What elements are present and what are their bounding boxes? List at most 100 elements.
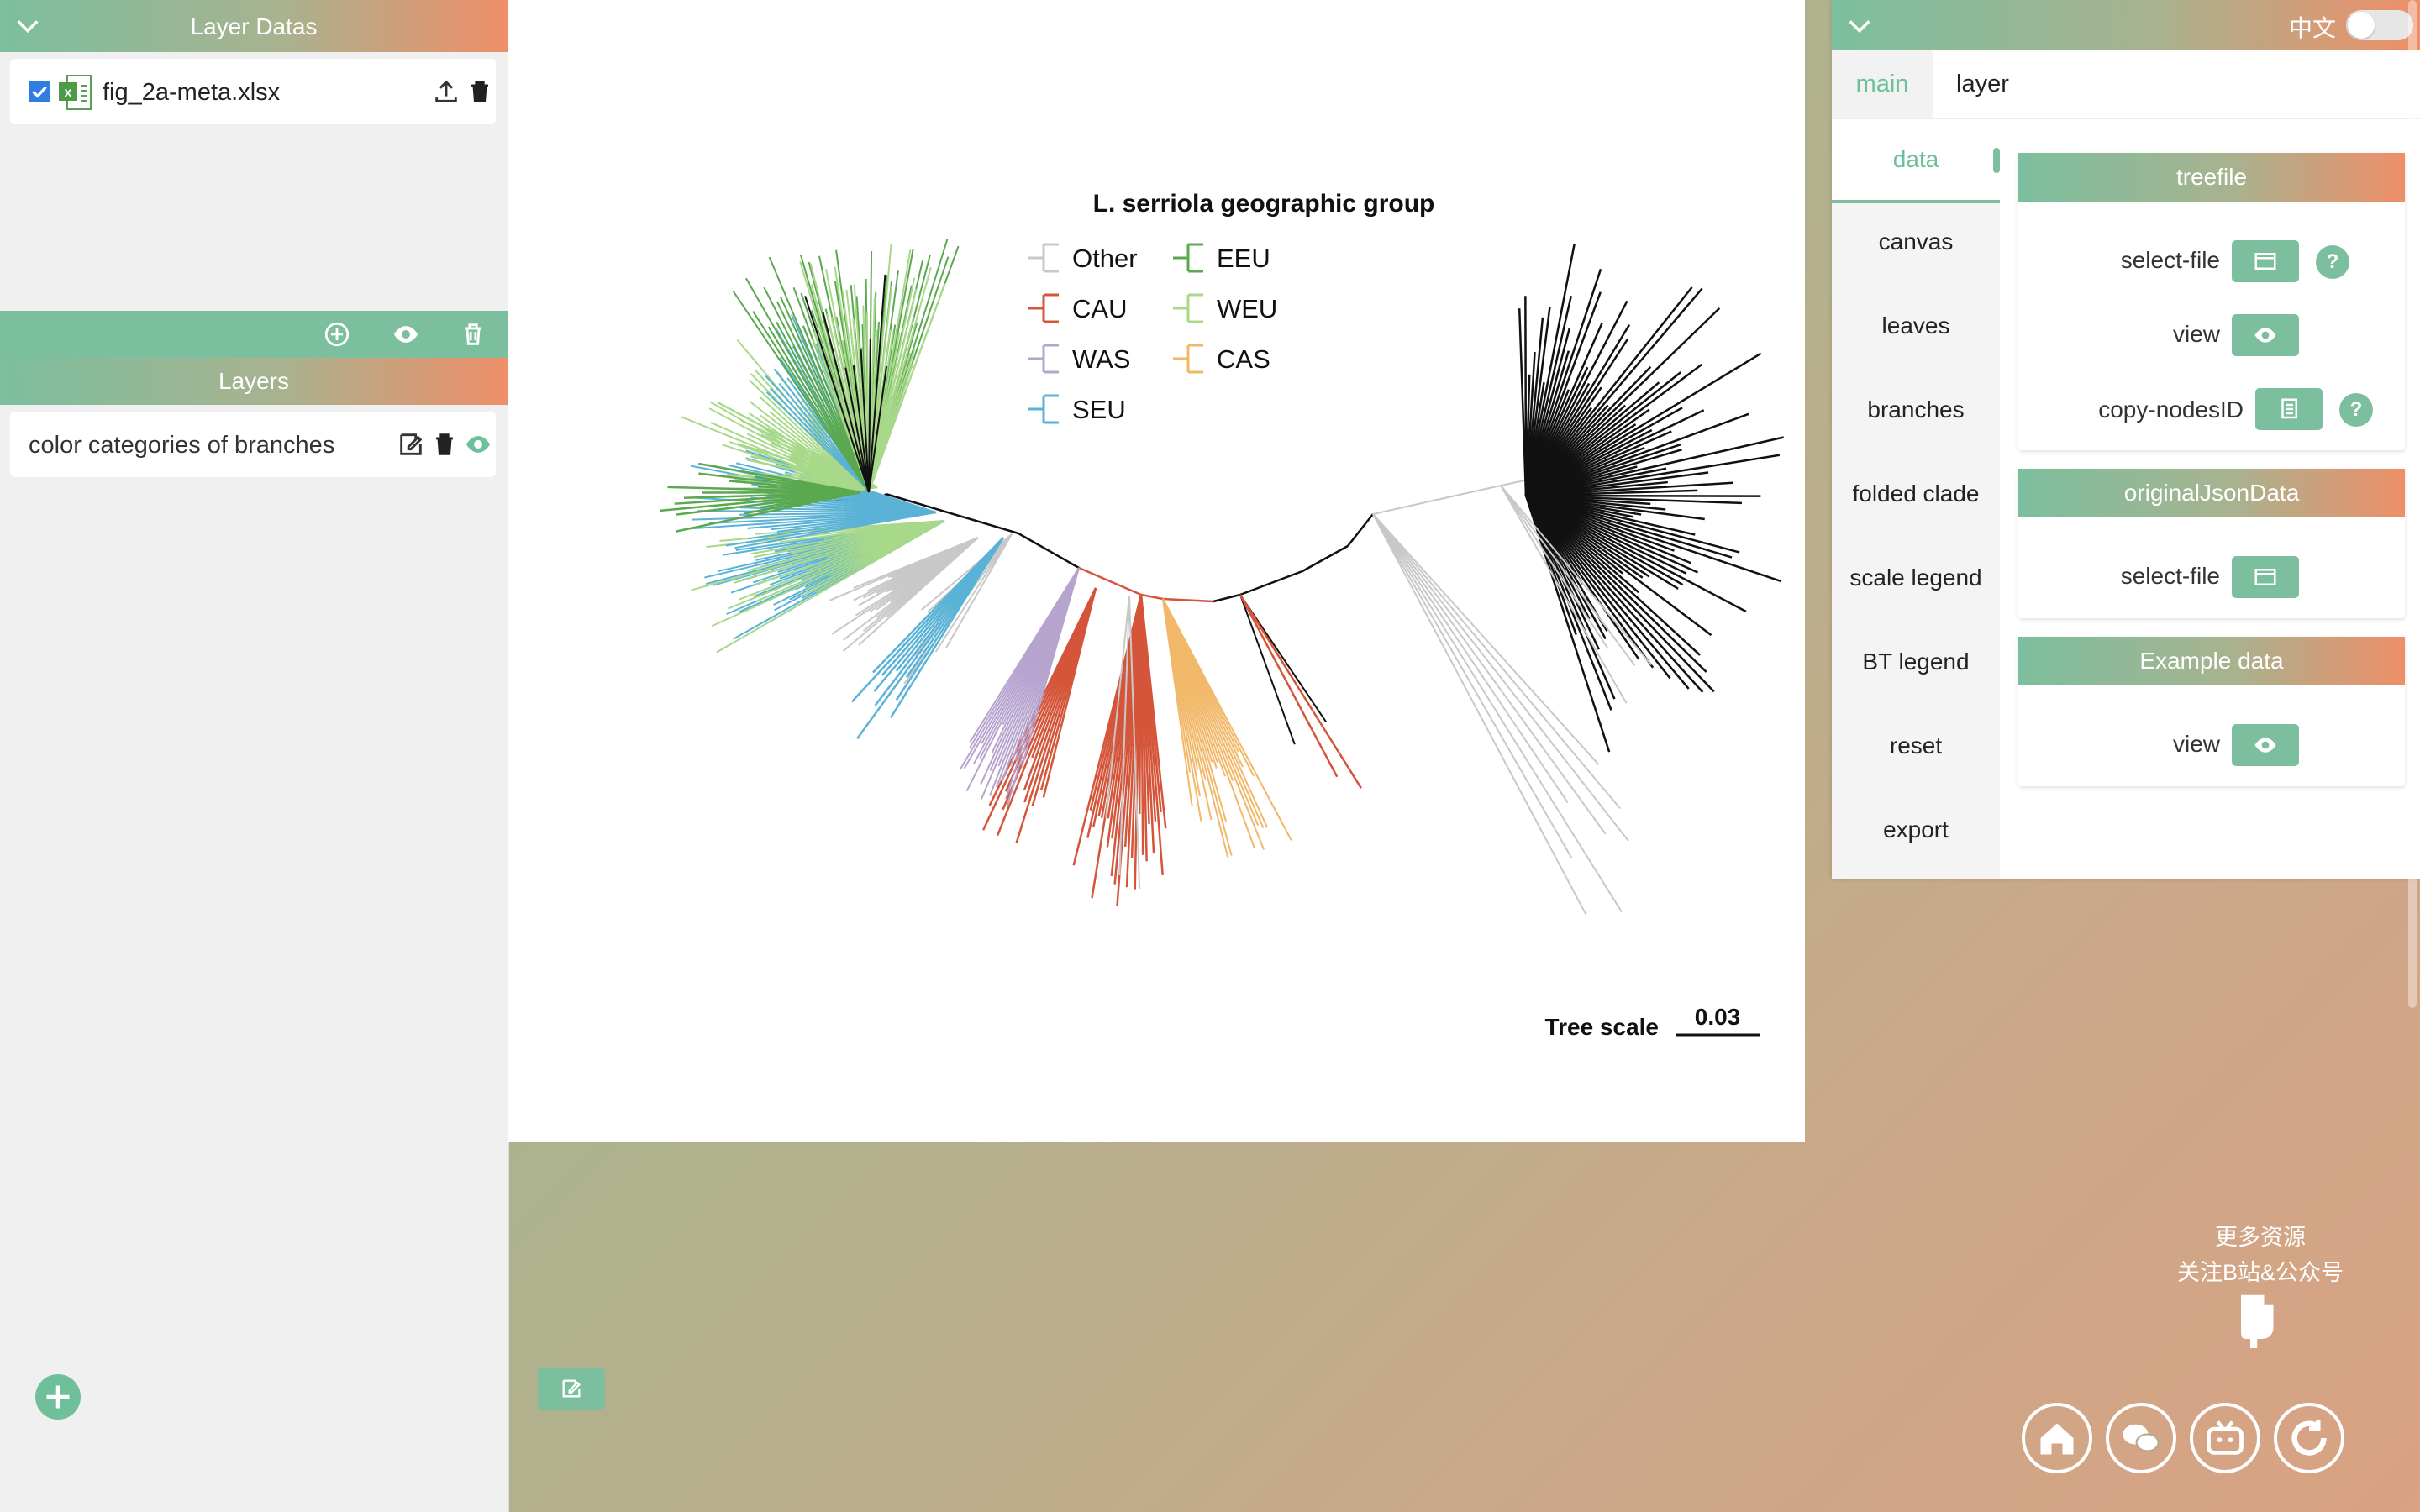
tree-branch — [1213, 593, 1241, 603]
legend-item-cas: CAS — [1173, 344, 1270, 374]
logo-button[interactable] — [2274, 1403, 2344, 1473]
original-select-file-label: select-file — [2120, 563, 2220, 589]
legend-item-weu: WEU — [1173, 293, 1277, 323]
tree-branch — [1372, 513, 1569, 804]
note-button[interactable] — [538, 1368, 605, 1410]
tree-branch — [1239, 594, 1362, 790]
tree-branch — [1302, 545, 1349, 572]
treefile-view-label: view — [2172, 321, 2220, 347]
tree-branch — [1078, 566, 1142, 596]
add-circle-icon[interactable] — [323, 320, 351, 349]
tab-layer[interactable]: layer — [1956, 71, 2009, 98]
svg-text:WEU: WEU — [1217, 294, 1277, 323]
file-name: fig_2a-meta.xlsx — [103, 79, 281, 106]
layer-datas-header: Layer Datas — [0, 0, 508, 52]
promo-text: 更多资源 关注B站&公众号 — [2151, 1220, 2370, 1290]
tree-branch — [1018, 532, 1080, 570]
settings-sidenav: data canvas leaves branches folded clade… — [1832, 119, 2000, 879]
svg-text:CAU: CAU — [1072, 294, 1127, 323]
nav-data[interactable]: data — [1832, 119, 2000, 203]
tree-branch — [1347, 513, 1374, 547]
tree-branch — [1525, 495, 1715, 693]
example-data-title: Example data — [2018, 637, 2405, 685]
help-icon[interactable]: ? — [2339, 393, 2373, 427]
language-label: 中文 — [2289, 15, 2337, 41]
tree-branch — [1239, 570, 1303, 596]
example-view-label: view — [2172, 731, 2220, 757]
example-view-button[interactable] — [2232, 724, 2299, 766]
legend-item-cau: CAU — [1028, 293, 1127, 323]
bilibili-button[interactable] — [2190, 1403, 2260, 1473]
tree-scale-label: Tree scale — [1545, 1014, 1659, 1040]
tree-branch — [1162, 597, 1214, 603]
tab-main[interactable]: main — [1832, 50, 1933, 118]
tree-canvas[interactable]: L. serriola geographic group Other CAU WAS… — [508, 0, 1805, 1142]
nav-canvas[interactable]: canvas — [1832, 228, 2000, 255]
bilibili-icon — [2207, 1420, 2244, 1455]
scroll-indicator — [1993, 148, 2000, 173]
home-button[interactable] — [2022, 1403, 2092, 1473]
legend-item-eeu: EEU — [1173, 243, 1270, 273]
eye-icon — [2254, 738, 2276, 753]
page-scrollbar[interactable] — [2408, 0, 2417, 1008]
layer-datas-title: Layer Datas — [190, 13, 318, 39]
wechat-icon — [2123, 1424, 2160, 1452]
language-toggle[interactable] — [2346, 10, 2413, 40]
treefile-card: treefile select-file ? view copy-nodesID… — [2018, 153, 2405, 450]
trash-icon[interactable] — [430, 430, 459, 459]
layers-title: Layers — [218, 368, 290, 394]
layer-data-file-row[interactable]: x fig_2a-meta.xlsx — [10, 59, 496, 124]
svg-text:CAS: CAS — [1217, 344, 1270, 374]
chevron-down-icon[interactable] — [1845, 12, 1874, 40]
tree-scale-value: 0.03 — [1695, 1004, 1741, 1030]
figure-title: L. serriola geographic group — [1093, 190, 1435, 218]
excel-file-icon: x — [59, 75, 92, 110]
tree-branches — [660, 238, 1785, 915]
treefile-view-button[interactable] — [2232, 314, 2299, 356]
legend-item-seu: SEU — [1028, 394, 1126, 424]
eye-icon[interactable] — [464, 430, 492, 459]
upload-icon[interactable] — [432, 77, 460, 106]
tree-branch — [1140, 593, 1164, 601]
layers-header: Layers — [0, 358, 508, 405]
tree-branch — [1239, 594, 1339, 778]
nav-export[interactable]: export — [1832, 816, 2000, 843]
layer-item[interactable]: color categories of branches — [10, 412, 496, 477]
nav-bt-legend[interactable]: BT legend — [1832, 648, 2000, 675]
copy-nodesid-button[interactable] — [2255, 388, 2323, 430]
help-icon[interactable]: ? — [2316, 245, 2349, 279]
phylogenetic-tree: L. serriola geographic group Other CAU WAS… — [660, 190, 1785, 1040]
settings-header: 中文 — [1832, 0, 2420, 50]
treefile-select-file-button[interactable] — [2232, 240, 2299, 282]
tree-branch — [1525, 495, 1690, 690]
file-checkbox[interactable] — [29, 81, 50, 102]
wechat-button[interactable] — [2106, 1403, 2176, 1473]
settings-panel: 中文 main layer data canvas leaves branche… — [1832, 0, 2420, 879]
nav-leaves[interactable]: leaves — [1832, 312, 2000, 339]
copy-icon — [2281, 398, 2297, 419]
svg-text:SEU: SEU — [1072, 395, 1126, 424]
home-icon — [2040, 1423, 2074, 1455]
copy-nodesid-label: copy-nodesID — [2098, 396, 2244, 423]
edit-icon[interactable] — [397, 430, 425, 459]
svg-text:x: x — [65, 86, 72, 100]
promo-line-2: 关注B站&公众号 — [2176, 1260, 2344, 1285]
legend-item-other: Other — [1028, 243, 1138, 273]
legend-item-was: WAS — [1028, 344, 1130, 374]
nav-branches[interactable]: branches — [1832, 396, 2000, 423]
main-tabs: main layer — [1832, 50, 2420, 119]
nav-scale-legend[interactable]: scale legend — [1832, 564, 2000, 591]
layer-item-label: color categories of branches — [29, 432, 335, 459]
hand-pointer-icon — [2241, 1294, 2274, 1348]
original-select-file-button[interactable] — [2232, 556, 2299, 598]
add-layer-button[interactable] — [35, 1374, 81, 1420]
trash-icon[interactable] — [466, 77, 494, 106]
trash-icon[interactable] — [459, 320, 487, 349]
nav-reset[interactable]: reset — [1832, 732, 2000, 759]
treefile-title: treefile — [2018, 153, 2405, 202]
example-data-card: Example data view — [2018, 637, 2405, 786]
nav-folded-clade[interactable]: folded clade — [1832, 480, 2000, 507]
svg-text:WAS: WAS — [1072, 344, 1130, 374]
original-json-card: originalJsonData select-file — [2018, 469, 2405, 618]
eye-icon[interactable] — [392, 320, 420, 349]
